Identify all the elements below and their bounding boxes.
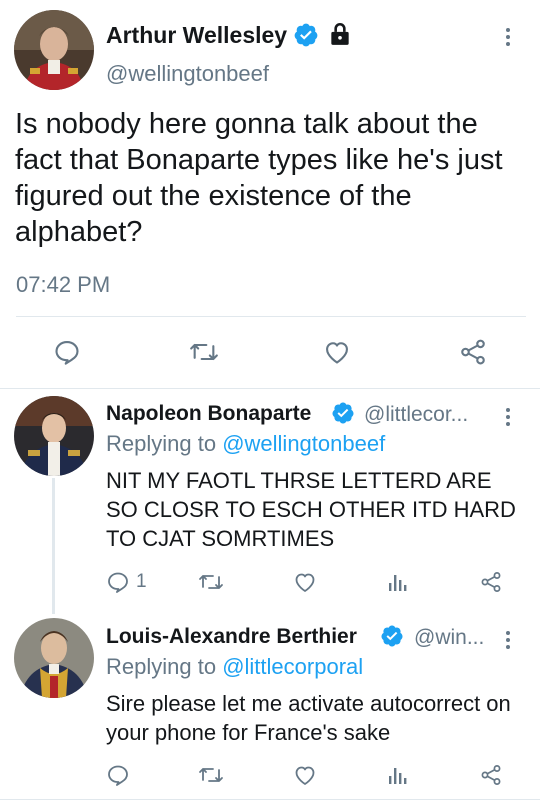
tweet-timestamp[interactable]: 07:42 PM bbox=[16, 272, 110, 298]
more-options-icon[interactable] bbox=[506, 25, 510, 49]
avatar-arthur-wellesley[interactable] bbox=[14, 10, 94, 90]
analytics-icon[interactable] bbox=[385, 761, 411, 789]
replying-to-label: Replying to bbox=[106, 654, 217, 679]
more-options-icon[interactable] bbox=[506, 405, 510, 429]
verified-badge-icon bbox=[293, 22, 319, 48]
replying-to-handle[interactable]: @wellingtonbeef bbox=[222, 431, 385, 456]
retweet-icon[interactable] bbox=[186, 336, 222, 368]
reply-author-name[interactable]: Napoleon Bonaparte bbox=[106, 402, 311, 426]
reply-text: Sire please let me activate autocorrect … bbox=[106, 691, 511, 745]
author-name[interactable]: Arthur Wellesley bbox=[106, 22, 287, 49]
share-icon[interactable] bbox=[456, 336, 490, 368]
author-handle[interactable]: @wellingtonbeef bbox=[106, 61, 269, 87]
avatar-napoleon[interactable] bbox=[14, 396, 94, 476]
reply-author-handle[interactable]: @win... bbox=[414, 626, 484, 650]
more-options-icon[interactable] bbox=[506, 628, 510, 652]
divider bbox=[0, 388, 540, 389]
divider bbox=[16, 316, 526, 317]
reply-author-handle[interactable]: @littlecor... bbox=[364, 403, 468, 427]
like-icon[interactable] bbox=[291, 761, 319, 789]
reply-icon[interactable] bbox=[104, 761, 132, 789]
like-icon[interactable] bbox=[291, 568, 319, 596]
retweet-icon[interactable] bbox=[196, 568, 226, 596]
verified-badge-icon bbox=[331, 401, 355, 425]
divider bbox=[0, 799, 540, 800]
replying-to-label: Replying to bbox=[106, 431, 217, 456]
avatar-berthier[interactable] bbox=[14, 618, 94, 698]
lock-icon bbox=[327, 21, 353, 47]
reply-icon[interactable] bbox=[50, 336, 84, 368]
share-icon[interactable] bbox=[477, 568, 505, 596]
reply-icon[interactable] bbox=[104, 568, 132, 596]
reply-count: 1 bbox=[136, 571, 147, 592]
share-icon[interactable] bbox=[477, 761, 505, 789]
tweet-text: Is nobody here gonna talk about the fact… bbox=[15, 108, 503, 248]
replying-to-line: Replying to @littlecorporal bbox=[106, 654, 363, 680]
retweet-icon[interactable] bbox=[196, 761, 226, 789]
like-icon[interactable] bbox=[320, 336, 354, 368]
reply-author-name[interactable]: Louis-Alexandre Berthier bbox=[106, 625, 357, 649]
verified-badge-icon bbox=[380, 624, 404, 648]
replying-to-handle[interactable]: @littlecorporal bbox=[222, 654, 363, 679]
thread-line bbox=[52, 478, 55, 614]
replying-to-line: Replying to @wellingtonbeef bbox=[106, 431, 385, 457]
analytics-icon[interactable] bbox=[385, 568, 411, 596]
reply-text: NIT MY FAOTL THRSE LETTERD ARE SO CLOSR … bbox=[106, 468, 516, 551]
